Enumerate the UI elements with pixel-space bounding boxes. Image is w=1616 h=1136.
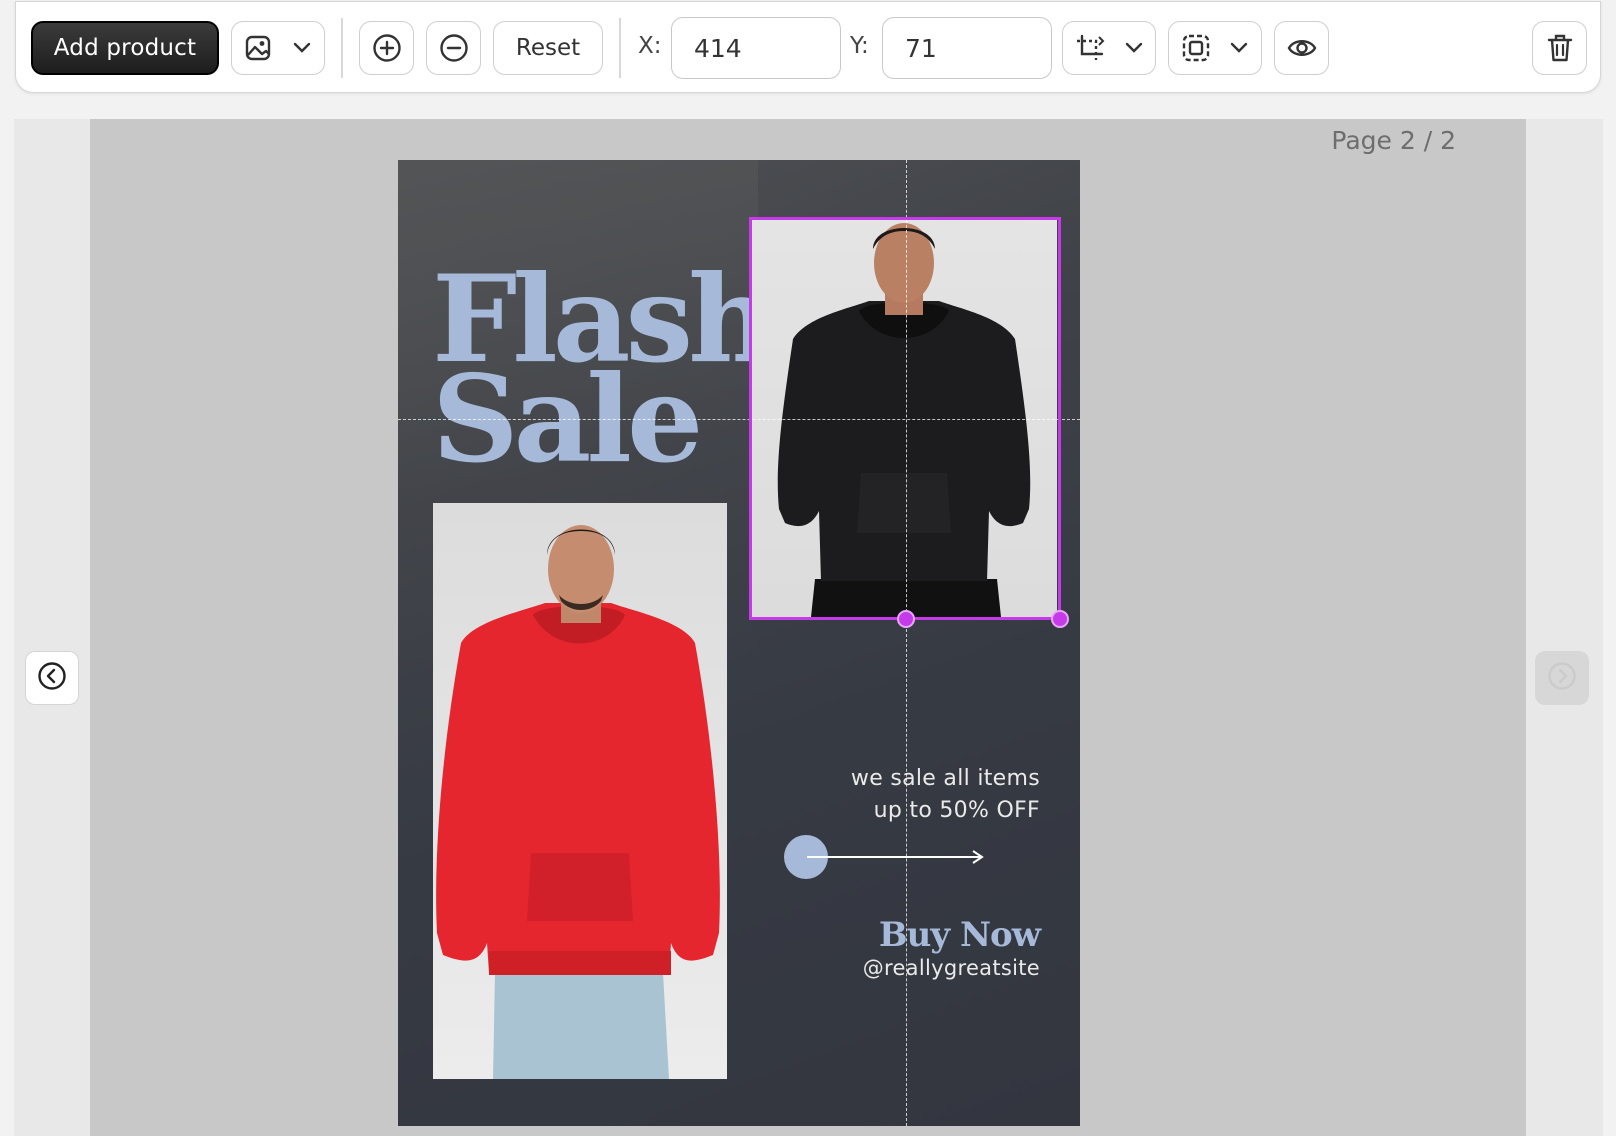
editor-toolbar: Add product Reset X: 414 Y: 71 — [15, 1, 1601, 93]
image-menu-button[interactable] — [231, 21, 325, 75]
crop-menu-button[interactable] — [1062, 21, 1156, 75]
buy-now-text[interactable]: Buy Now — [879, 915, 1041, 955]
page-indicator: Page 2 / 2 — [1331, 126, 1456, 155]
resize-handle-corner[interactable] — [1051, 610, 1069, 628]
image-icon — [245, 35, 271, 61]
x-label: X: — [638, 33, 662, 59]
y-coordinate-input[interactable]: 71 — [882, 17, 1052, 79]
tagline-line-1: we sale all items — [850, 766, 1040, 791]
arrow-decoration — [783, 833, 993, 887]
chevron-left-circle-icon — [37, 661, 67, 695]
y-value: 71 — [905, 33, 937, 63]
frame-icon — [1182, 34, 1210, 62]
zoom-in-button[interactable] — [359, 21, 414, 75]
chevron-right-circle-icon — [1547, 661, 1577, 695]
add-product-button[interactable]: Add product — [31, 21, 219, 75]
poster-title[interactable]: Flash Sale — [432, 260, 775, 480]
trash-icon — [1547, 33, 1573, 63]
reset-button[interactable]: Reset — [493, 21, 603, 75]
zoom-out-button[interactable] — [426, 21, 481, 75]
plus-circle-icon — [372, 33, 402, 63]
crop-icon — [1075, 34, 1105, 62]
sale-tagline[interactable]: we sale all items up to 50% OFF — [851, 763, 1040, 827]
frame-menu-button[interactable] — [1168, 21, 1262, 75]
preview-button[interactable] — [1274, 21, 1329, 75]
chevron-down-icon — [293, 42, 311, 54]
toolbar-divider — [619, 18, 621, 78]
y-label: Y: — [850, 33, 869, 59]
minus-circle-icon — [439, 33, 469, 63]
tagline-line-2: up to 50% OFF — [873, 798, 1040, 823]
add-product-label: Add product — [53, 35, 197, 61]
next-page-button[interactable] — [1535, 651, 1589, 705]
resize-handle-bottom[interactable] — [897, 610, 915, 628]
chevron-down-icon — [1125, 42, 1143, 54]
red-hoodie-photo[interactable] — [433, 503, 727, 1079]
chevron-down-icon — [1230, 42, 1248, 54]
eye-icon — [1287, 37, 1317, 59]
x-value: 414 — [694, 33, 742, 63]
previous-page-button[interactable] — [25, 651, 79, 705]
x-coordinate-input[interactable]: 414 — [671, 17, 841, 79]
website-handle[interactable]: @reallygreatsite — [863, 956, 1040, 980]
selected-element-outline[interactable] — [749, 217, 1061, 620]
delete-button[interactable] — [1532, 21, 1587, 75]
toolbar-divider — [341, 18, 343, 78]
reset-label: Reset — [515, 35, 581, 61]
